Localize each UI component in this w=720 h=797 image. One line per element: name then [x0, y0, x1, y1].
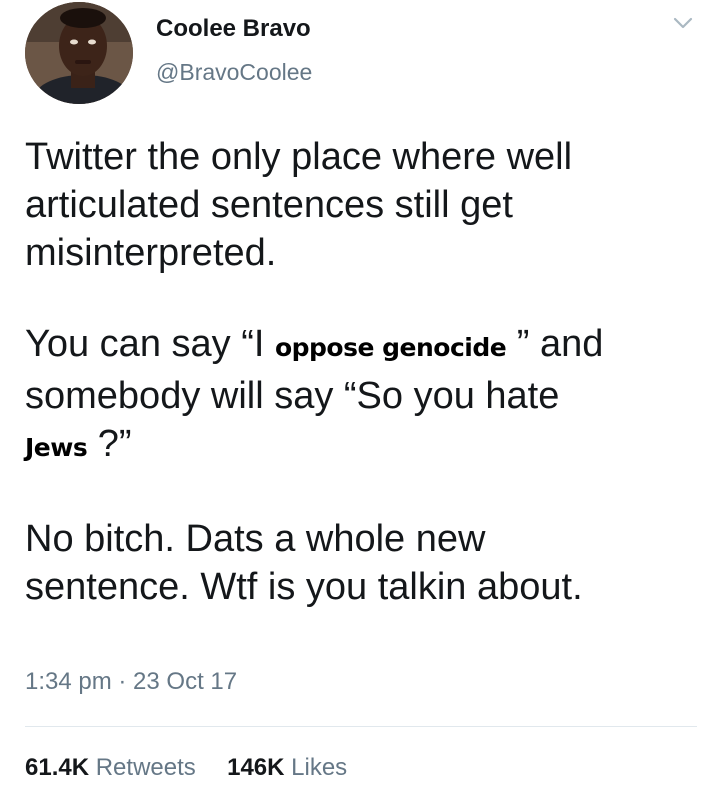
tweet-paragraph: You can say “I oppose genocide ” and som…: [25, 320, 705, 472]
retweets-count[interactable]: 61.4K: [25, 754, 89, 781]
avatar-image: [25, 2, 133, 104]
chevron-down-icon[interactable]: [672, 12, 694, 34]
likes-label[interactable]: Likes: [291, 754, 347, 781]
tweet-timestamp[interactable]: 1:34 pm · 23 Oct 17: [25, 668, 237, 696]
sticker-overlay-text: oppose genocide: [274, 333, 507, 362]
sticker-overlay-text: Jews: [25, 433, 88, 462]
divider: [25, 726, 697, 727]
user-handle[interactable]: @BravoCoolee: [156, 59, 312, 86]
display-name[interactable]: Coolee Bravo: [156, 15, 311, 43]
likes-count[interactable]: 146K: [227, 754, 284, 781]
tweet-paragraph: No bitch. Dats a whole new sentence. Wtf…: [25, 518, 583, 608]
tweet-text-segment: You can say “I: [25, 323, 275, 365]
avatar[interactable]: [25, 2, 133, 104]
retweets-label[interactable]: Retweets: [96, 754, 196, 781]
tweet-paragraph: Twitter the only place where well articu…: [25, 136, 573, 274]
tweet-text: Twitter the only place where well articu…: [25, 133, 705, 611]
tweet-stats: 61.4K Retweets 146K Likes: [25, 754, 347, 782]
tweet-text-segment: ?”: [87, 423, 132, 465]
